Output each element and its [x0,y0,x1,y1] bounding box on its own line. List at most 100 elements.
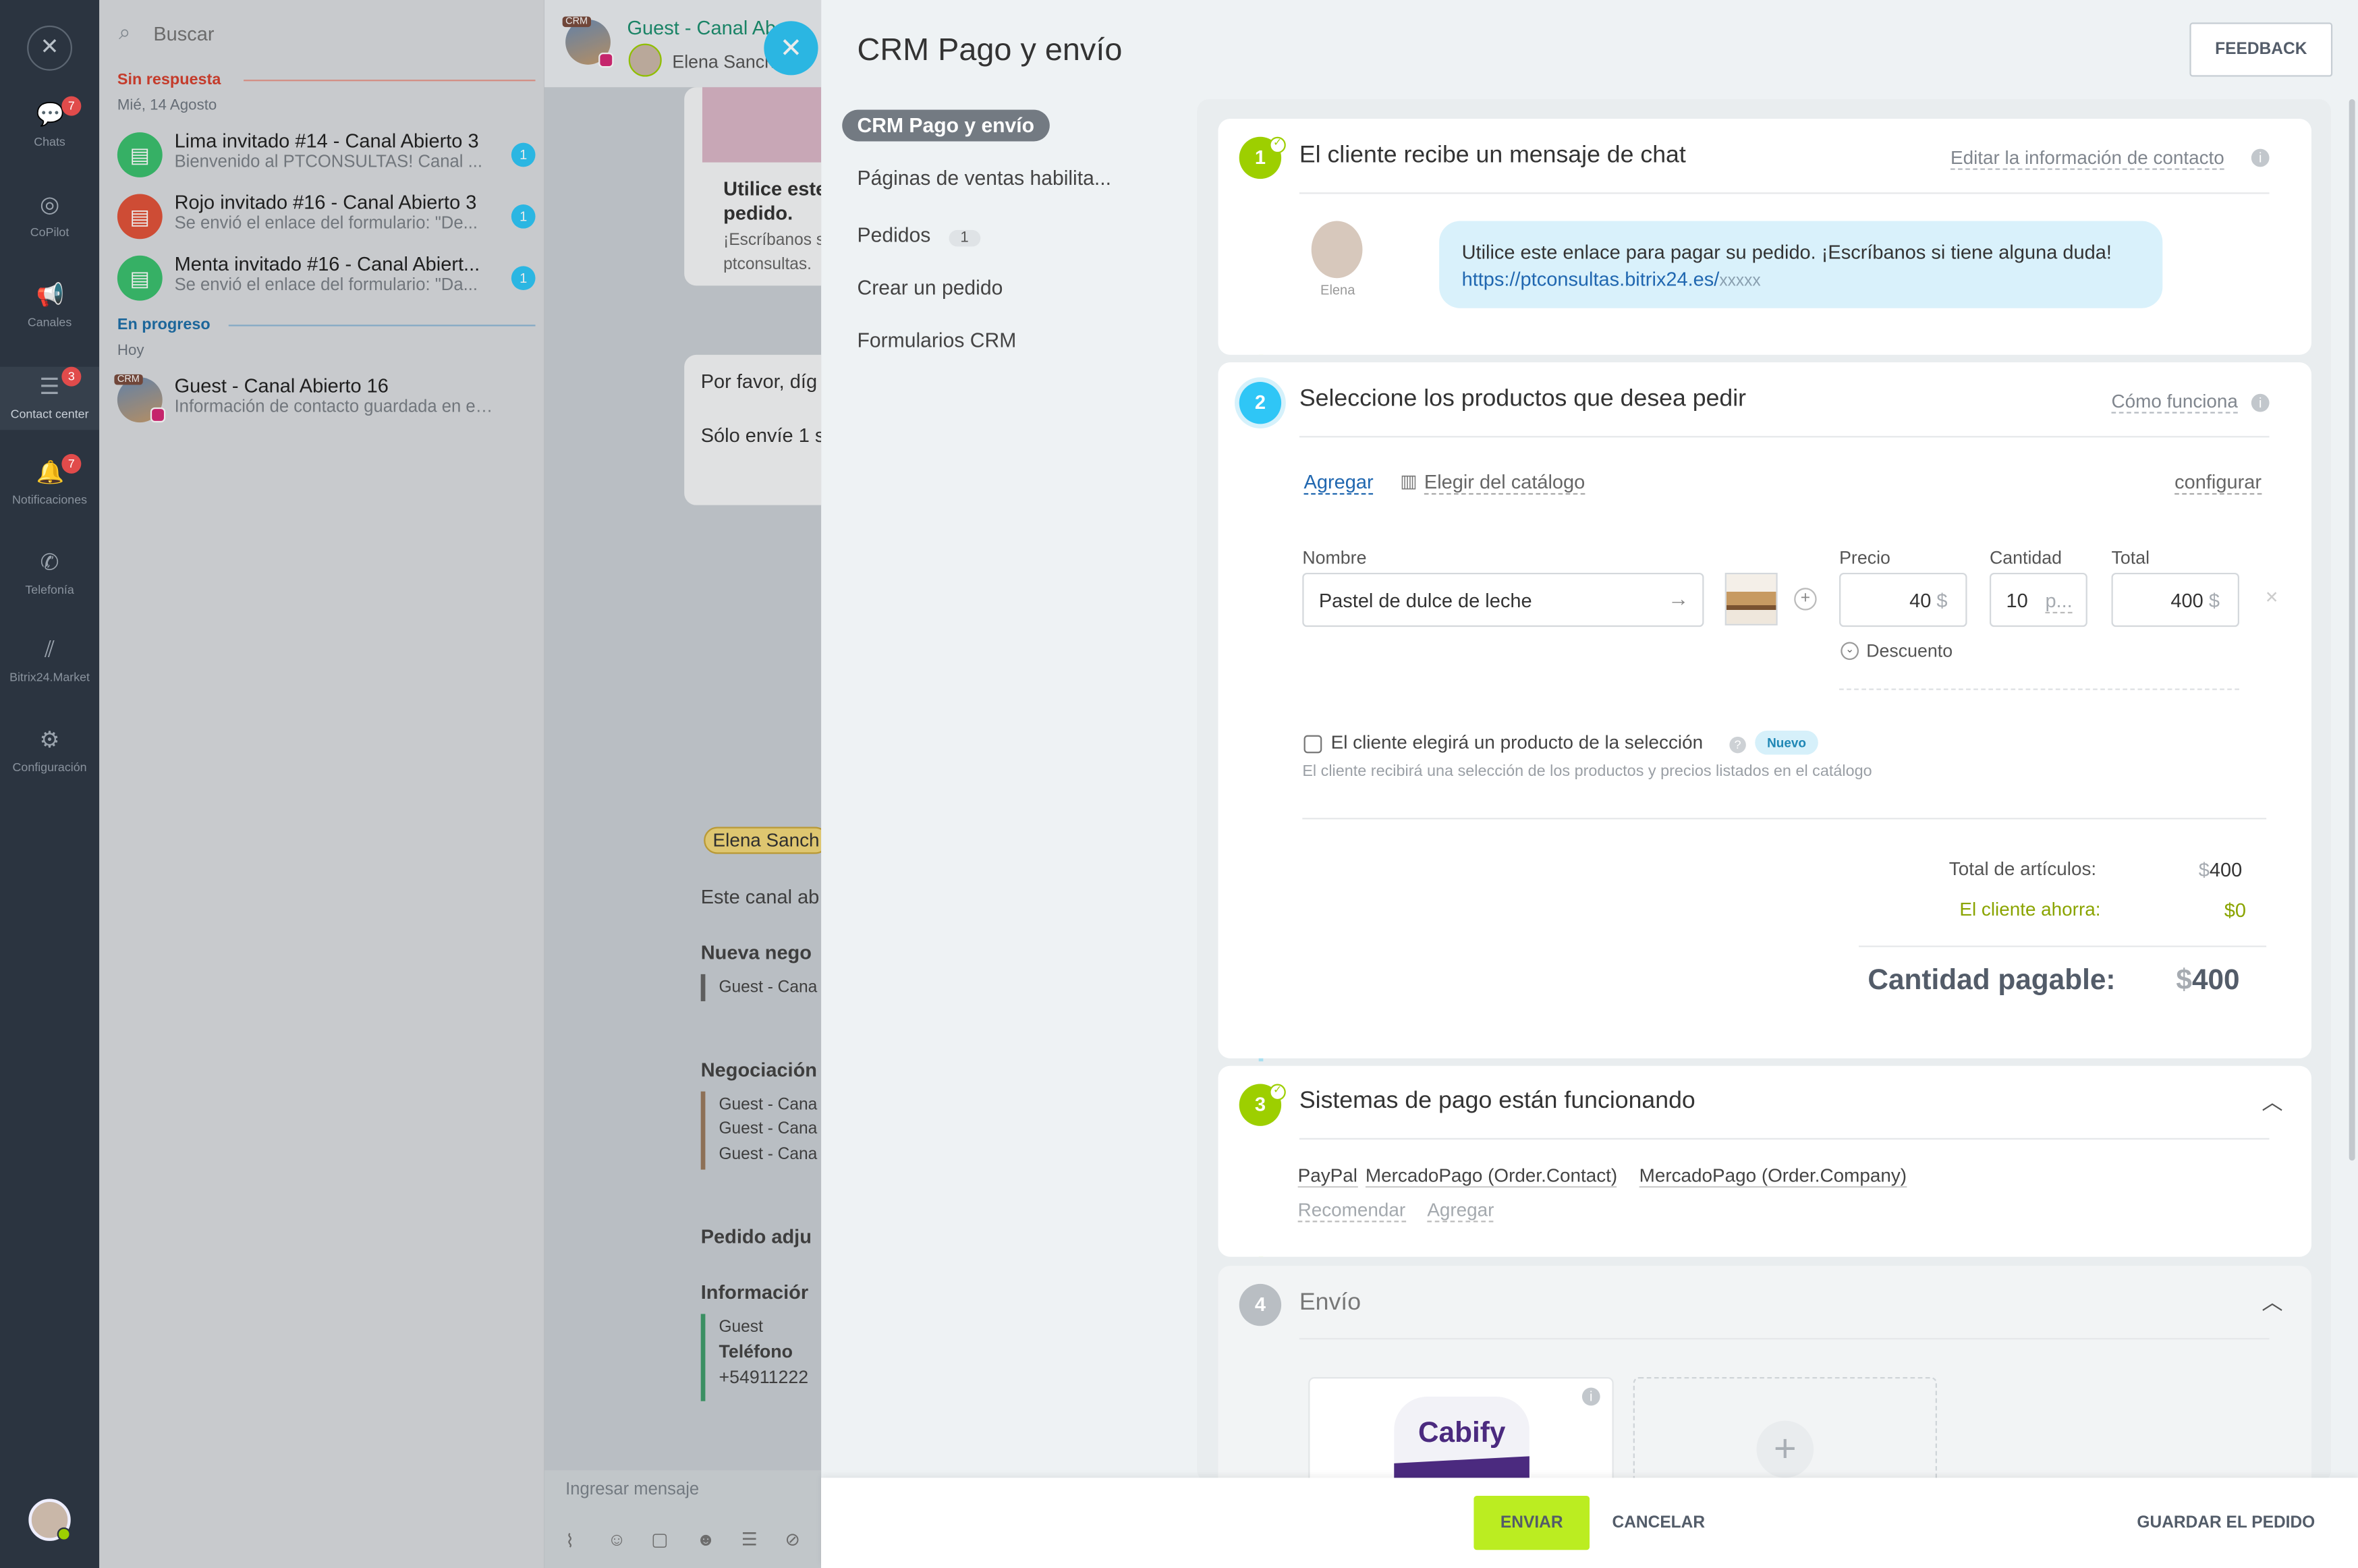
check-icon: ✓ [1269,136,1286,154]
rail-item-contact-center[interactable]: ☰ Contact center 3 [0,366,100,430]
product-name-field[interactable]: Pastel de dulce de leche → [1302,572,1704,627]
nav-crm-forms[interactable]: Formularios CRM [858,329,1017,352]
saves-label: El cliente ahorra: [1959,899,2101,920]
orders-count: 1 [948,229,981,247]
contact-center-badge: 3 [61,366,82,387]
book-icon: ▥ [1400,470,1417,492]
emoji-icon[interactable]: ☻ [696,1529,715,1550]
market-icon: ⫽ [45,637,55,663]
operator-name: Elena Sanch [672,51,775,72]
info-icon[interactable]: i [2251,393,2270,412]
nav-create-order[interactable]: Crear un pedido [858,277,1003,299]
plus-icon: + [1756,1420,1814,1478]
send-button[interactable]: ENVIAR [1473,1496,1590,1550]
hide-icon[interactable]: ⊘ [785,1529,800,1550]
step4-card: 4 Envío ︿ i Cabify + [1218,1266,2311,1498]
step4-title: Envío [1299,1289,1362,1316]
rail-item-market[interactable]: ⫽ Bitrix24.Market [0,638,99,725]
nav-sales-pages[interactable]: Páginas de ventas habilita... [858,167,1111,189]
payment-system-mercadopago-company[interactable]: MercadoPago (Order.Company) [1639,1165,1907,1188]
total-field[interactable]: 400 $ [2111,572,2239,627]
edit-contact-link[interactable]: Editar la información de contacto [1950,147,2224,170]
chat-item[interactable]: ▤ Lima invitado #14 - Canal Abierto 3 Bi… [117,130,538,190]
add-product-link[interactable]: Agregar [1303,470,1374,495]
chat-item[interactable]: ▤ Rojo invitado #16 - Canal Abierto 3 Se… [117,191,538,251]
payable-value: $400 [2176,965,2240,997]
arrow-right-icon[interactable]: → [1668,586,1689,611]
user-avatar[interactable] [28,1499,71,1541]
info-icon[interactable]: i [2251,148,2270,167]
save-order-button[interactable]: GUARDAR EL PEDIDO [2137,1514,2315,1532]
configure-link[interactable]: configurar [2174,470,2262,495]
chevron-up-icon[interactable]: ︿ [2262,1087,2282,1117]
search-bar[interactable]: ⌕ [99,0,544,66]
new-badge: Nuevo [1755,730,1818,755]
unread-count: 1 [511,204,536,229]
crm-payment-panel: CRM Pago y envío FEEDBACK CRM Pago y env… [821,0,2358,1568]
form-icon[interactable]: ▢ [651,1529,668,1550]
info-icon[interactable]: i [1581,1387,1600,1406]
chat-item[interactable]: ▤ Menta invitado #16 - Canal Abiert... S… [117,252,538,312]
how-it-works-link[interactable]: Cómo funciona [2111,391,2238,414]
chat-item-active[interactable]: CRM Guest - Canal Abierto 16 Información… [114,374,538,435]
close-slider-button[interactable]: ✕ [764,21,818,76]
remove-row-icon[interactable]: ✕ [2265,588,2279,607]
step1-title: El cliente recibe un mensaje de chat [1299,142,1686,169]
screen: ✕ 💬 Chats 7 ◎ CoPilot 📢 Canales ☰ Contac… [0,0,2358,1568]
rail-item-notifications[interactable]: 🔔 Notificaciones 7 [0,453,99,547]
name-tag: Elena Sanch [704,827,822,854]
payment-url[interactable]: https://ptconsultas.bitrix24.es/ [1462,268,1720,290]
close-messenger-button[interactable]: ✕ [27,25,72,71]
template-icon[interactable]: ☰ [741,1529,758,1550]
chat-bubble-icon: ▤ [117,255,163,301]
cancel-button[interactable]: CANCELAR [1612,1514,1705,1532]
message-input[interactable]: Ingresar mensaje [565,1481,699,1499]
quantity-field[interactable]: 10 p... [1989,572,2087,627]
rail-item-copilot[interactable]: ◎ CoPilot [0,192,99,279]
message-bubble: Por favor, díg Sólo envíe 1 s [684,354,822,505]
customer-choice-label[interactable]: El cliente elegirá un producto de la sel… [1331,732,1703,753]
nav-crm-payment[interactable]: CRM Pago y envío [842,109,1050,142]
notifications-badge: 7 [61,453,82,474]
message-preview: Utilice este enlace para pagar su pedido… [1439,221,2163,308]
items-total-label: Total de artículos: [1948,858,2097,880]
add-payment-link[interactable]: Agregar [1427,1200,1494,1223]
contact-center-icon: ☰ [39,374,60,400]
price-field[interactable]: 40 $ [1839,572,1967,627]
group-unanswered: Sin respuesta [117,71,538,88]
product-thumbnail[interactable] [1724,572,1778,625]
chevron-up-icon[interactable]: ︿ [2262,1287,2282,1317]
instagram-icon [598,52,614,68]
add-image-icon[interactable]: + [1794,588,1817,611]
copilot-icon: ◎ [39,192,60,219]
customer-choice-checkbox[interactable] [1303,735,1322,754]
feedback-button[interactable]: FEEDBACK [2189,22,2333,77]
step4-number: 4 [1239,1283,1282,1326]
online-dot [57,1527,71,1541]
discount-toggle[interactable]: Descuento [1866,640,1953,661]
nav-orders[interactable]: Pedidos 1 [858,224,981,247]
rail-item-telephony[interactable]: ✆ Telefonía [0,551,99,638]
operator-avatar [628,43,662,77]
rail-item-settings[interactable]: ⚙ Configuración [0,727,99,814]
chevron-down-icon[interactable]: ⌄ [1841,642,1859,661]
phone-icon: ✆ [40,550,59,576]
search-icon: ⌕ [119,19,131,44]
attach-icon[interactable]: ⌇ [565,1530,574,1551]
recommend-link[interactable]: Recomendar [1297,1200,1406,1223]
chat-title[interactable]: Guest - Canal Ab [627,17,776,39]
search-input[interactable] [153,18,515,49]
sender-avatar [1311,221,1363,279]
choose-catalog-link[interactable]: Elegir del catálogo [1424,470,1585,495]
payment-system-paypal[interactable]: PayPal [1297,1165,1357,1188]
unread-count: 1 [511,266,536,291]
payment-system-mercadopago-contact[interactable]: MercadoPago (Order.Contact) [1365,1165,1618,1188]
help-icon[interactable]: ? [1729,736,1746,754]
unread-count: 1 [511,142,536,167]
customer-choice-hint: El cliente recibirá una selección de los… [1302,762,1872,781]
rail-item-chats[interactable]: 💬 Chats 7 [0,96,99,190]
contact-icon[interactable]: ☺ [608,1529,626,1550]
rail-item-channels[interactable]: 📢 Canales [0,283,99,370]
scrollbar[interactable] [2349,99,2355,1161]
chat-bubble-icon: ▤ [117,194,163,240]
